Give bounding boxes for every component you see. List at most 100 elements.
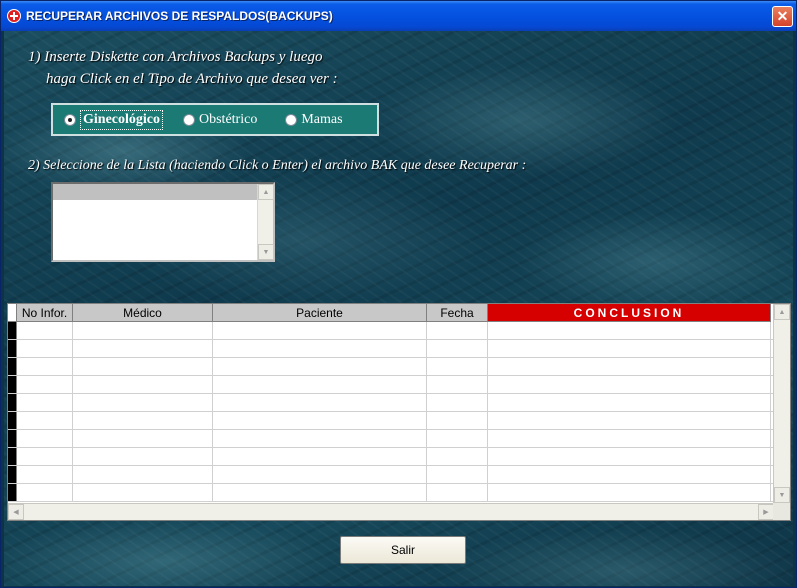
cell-no-infor[interactable] (17, 484, 73, 502)
cell-conclusion[interactable] (488, 358, 771, 376)
radio-ginecologico[interactable]: Ginecológico (64, 109, 163, 131)
cell-fecha[interactable] (427, 484, 488, 502)
scroll-left-icon[interactable]: ◀ (8, 504, 24, 520)
cell-paciente[interactable] (213, 448, 427, 466)
title-bar[interactable]: RECUPERAR ARCHIVOS DE RESPALDOS(BACKUPS)… (1, 1, 796, 31)
cell-no-infor[interactable] (17, 448, 73, 466)
list-scrollbar[interactable]: ▲ ▼ (257, 184, 274, 260)
cell-medico[interactable] (73, 484, 213, 502)
row-marker[interactable] (8, 484, 17, 501)
radio-obstetrico[interactable]: Obstétrico (183, 109, 257, 131)
backup-records-grid[interactable]: No Infor. Médico Paciente Fecha CONCLUSI… (7, 303, 791, 521)
row-marker[interactable] (8, 340, 17, 357)
cell-paciente[interactable] (213, 430, 427, 448)
cell-paciente[interactable] (213, 376, 427, 394)
table-row[interactable] (8, 412, 774, 430)
table-row[interactable] (8, 340, 774, 358)
cell-medico[interactable] (73, 322, 213, 340)
cell-conclusion[interactable] (488, 448, 771, 466)
cell-conclusion[interactable] (488, 376, 771, 394)
scroll-right-icon[interactable]: ▶ (758, 504, 774, 520)
cell-conclusion[interactable] (488, 484, 771, 502)
cell-no-infor[interactable] (17, 322, 73, 340)
cell-medico[interactable] (73, 340, 213, 358)
cell-medico[interactable] (73, 376, 213, 394)
cell-paciente[interactable] (213, 322, 427, 340)
client-area: 1) Inserte Diskette con Archivos Backups… (4, 31, 793, 586)
col-medico[interactable]: Médico (73, 304, 213, 322)
col-no-infor[interactable]: No Infor. (17, 304, 73, 322)
cell-no-infor[interactable] (17, 466, 73, 484)
row-marker[interactable] (8, 322, 17, 339)
cell-fecha[interactable] (427, 430, 488, 448)
cell-medico[interactable] (73, 412, 213, 430)
scrollbar-corner (773, 503, 790, 520)
col-conclusion[interactable]: CONCLUSION (488, 304, 771, 322)
cell-no-infor[interactable] (17, 376, 73, 394)
cell-conclusion[interactable] (488, 430, 771, 448)
cell-conclusion[interactable] (488, 394, 771, 412)
cell-paciente[interactable] (213, 466, 427, 484)
cell-fecha[interactable] (427, 376, 488, 394)
table-row[interactable] (8, 466, 774, 484)
cell-conclusion[interactable] (488, 322, 771, 340)
cell-fecha[interactable] (427, 322, 488, 340)
recover-backups-window: RECUPERAR ARCHIVOS DE RESPALDOS(BACKUPS)… (0, 0, 797, 588)
scroll-down-icon[interactable]: ▼ (258, 244, 274, 260)
cell-fecha[interactable] (427, 412, 488, 430)
col-fecha[interactable]: Fecha (427, 304, 488, 322)
radio-mamas[interactable]: Mamas (285, 109, 343, 131)
window-title: RECUPERAR ARCHIVOS DE RESPALDOS(BACKUPS) (26, 9, 333, 23)
cell-medico[interactable] (73, 466, 213, 484)
backup-file-list[interactable]: ▲ ▼ (51, 182, 275, 262)
cell-no-infor[interactable] (17, 394, 73, 412)
cell-medico[interactable] (73, 358, 213, 376)
cell-paciente[interactable] (213, 412, 427, 430)
step2-instruction: 2) Seleccione de la Lista (haciendo Clic… (28, 158, 527, 173)
cell-no-infor[interactable] (17, 430, 73, 448)
salir-button[interactable]: Salir (340, 536, 466, 564)
cell-paciente[interactable] (213, 340, 427, 358)
row-marker[interactable] (8, 448, 17, 465)
grid-horizontal-scrollbar[interactable]: ◀ ▶ (8, 503, 774, 520)
close-button[interactable]: ✕ (772, 6, 793, 27)
cell-paciente[interactable] (213, 484, 427, 502)
table-row[interactable] (8, 322, 774, 340)
cell-fecha[interactable] (427, 394, 488, 412)
cell-conclusion[interactable] (488, 466, 771, 484)
cell-medico[interactable] (73, 394, 213, 412)
cell-fecha[interactable] (427, 340, 488, 358)
cell-medico[interactable] (73, 448, 213, 466)
cell-fecha[interactable] (427, 448, 488, 466)
row-marker[interactable] (8, 412, 17, 429)
scroll-down-icon[interactable]: ▼ (774, 487, 790, 503)
list-selected-row[interactable] (53, 184, 259, 200)
table-row[interactable] (8, 430, 774, 448)
cell-conclusion[interactable] (488, 340, 771, 358)
cell-no-infor[interactable] (17, 358, 73, 376)
table-row[interactable] (8, 376, 774, 394)
col-paciente[interactable]: Paciente (213, 304, 427, 322)
cell-conclusion[interactable] (488, 412, 771, 430)
table-row[interactable] (8, 448, 774, 466)
cell-medico[interactable] (73, 430, 213, 448)
row-marker[interactable] (8, 430, 17, 447)
table-row[interactable] (8, 358, 774, 376)
close-icon: ✕ (776, 8, 789, 24)
cell-no-infor[interactable] (17, 412, 73, 430)
scroll-up-icon[interactable]: ▲ (258, 184, 274, 200)
cell-fecha[interactable] (427, 358, 488, 376)
radio-mamas-label: Mamas (301, 111, 343, 127)
row-marker[interactable] (8, 358, 17, 375)
cell-paciente[interactable] (213, 394, 427, 412)
row-marker[interactable] (8, 376, 17, 393)
cell-fecha[interactable] (427, 466, 488, 484)
table-row[interactable] (8, 484, 774, 502)
cell-paciente[interactable] (213, 358, 427, 376)
scroll-up-icon[interactable]: ▲ (774, 304, 790, 320)
cell-no-infor[interactable] (17, 340, 73, 358)
table-row[interactable] (8, 394, 774, 412)
row-marker[interactable] (8, 394, 17, 411)
row-marker[interactable] (8, 466, 17, 483)
grid-vertical-scrollbar[interactable]: ▲ ▼ (773, 304, 790, 503)
